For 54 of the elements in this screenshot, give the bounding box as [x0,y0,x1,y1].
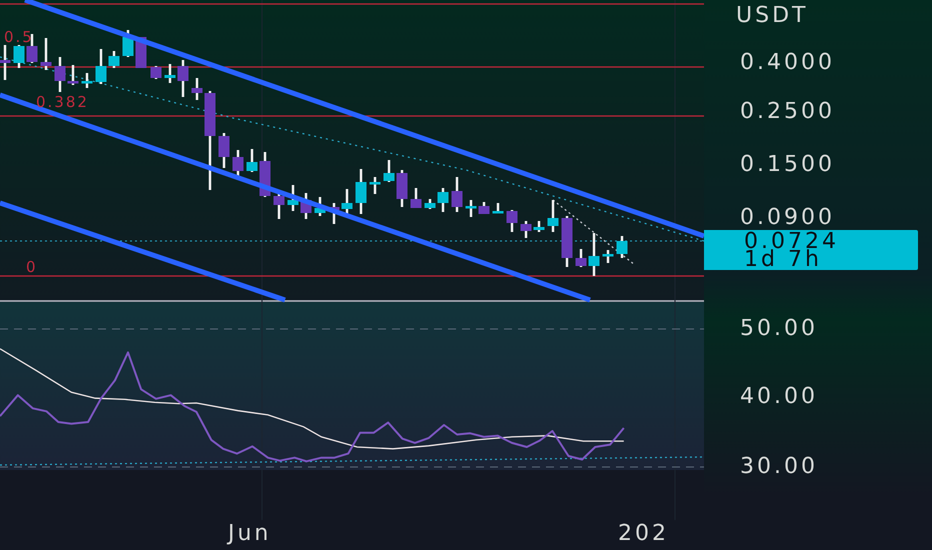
candle [96,49,106,84]
candle [534,221,544,232]
candle [384,160,394,182]
bar-countdown: 1d 7h [744,251,822,269]
candle [506,210,518,232]
price-axis-label: 0.4000 [740,52,835,74]
candle [14,45,24,68]
fib-level-label: 0 [26,258,38,276]
candle [122,30,134,57]
candle [108,51,120,68]
candle [478,202,490,214]
candle [328,203,340,224]
candle [82,73,92,88]
price-axis-label: 0.0900 [740,207,835,229]
price-axis-label: 0.1500 [740,154,835,176]
fib-level-label: 0.5 [4,28,34,46]
rsi-axis-label: 50.00 [740,318,818,340]
candle [452,177,462,212]
candle [410,188,422,208]
candle [356,169,366,214]
candle [178,60,188,97]
candle [150,66,162,79]
candle [68,65,78,85]
candle [288,185,298,211]
candle [246,149,258,172]
price-axis-label: 0.2500 [740,101,835,123]
candle [192,78,202,100]
candle [314,197,326,216]
candle [492,203,504,214]
candle [602,250,614,263]
time-axis-label: 202 [618,521,669,546]
candle [438,188,448,212]
rsi-axis-label: 40.00 [740,386,818,408]
candle [54,57,66,92]
candle [0,45,10,80]
candle [576,249,586,267]
candle [40,38,52,70]
candle [424,199,436,209]
fib-level-label: 0.382 [36,93,89,111]
candle [370,177,380,194]
candle [588,233,600,276]
candle [218,133,230,168]
candle [616,236,628,258]
candle [164,64,176,83]
candle [342,189,352,214]
candle [466,200,476,217]
candle [300,193,312,219]
time-axis-label: Jun [228,521,272,546]
candle [520,221,532,238]
currency-label: USDT [736,5,808,27]
rsi-axis-label: 30.00 [740,456,818,478]
candle [396,170,408,207]
candle [562,216,572,267]
candle [548,200,558,232]
